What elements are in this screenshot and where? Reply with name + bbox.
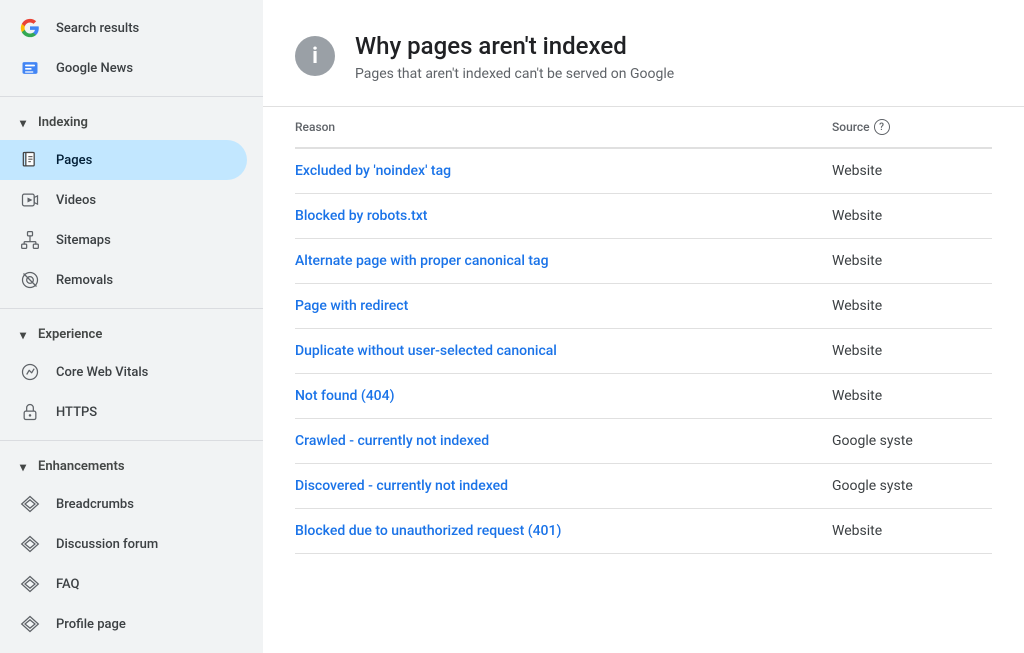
pages-icon [20,150,40,170]
table-row[interactable]: Blocked due to unauthorized request (401… [295,509,992,554]
row-reason: Discovered - currently not indexed [295,478,832,494]
table-body: Excluded by 'noindex' tag Website Blocke… [295,149,992,554]
sidebar-item-discussion-forum[interactable]: Discussion forum [0,524,247,564]
google-icon [20,18,40,38]
row-reason: Excluded by 'noindex' tag [295,163,832,179]
sidebar-item-label: Videos [56,193,96,208]
removals-icon [20,270,40,290]
sidebar-item-pages[interactable]: Pages [0,140,247,180]
sidebar-item-label: Pages [56,153,92,168]
row-source: Website [832,523,992,539]
table-row[interactable]: Excluded by 'noindex' tag Website [295,149,992,194]
reasons-table: Reason Source ? Excluded by 'noindex' ta… [263,107,1024,554]
info-icon: i [295,36,335,76]
row-source: Website [832,163,992,179]
sidebar-item-breadcrumbs[interactable]: Breadcrumbs [0,484,247,524]
sidebar: Search results Google News ▾ Indexing [0,0,263,653]
https-icon [20,402,40,422]
help-icon[interactable]: ? [874,119,890,135]
page-subtitle: Pages that aren't indexed can't be serve… [355,66,674,82]
table-header: Reason Source ? [295,107,992,149]
page-title: Why pages aren't indexed [355,32,674,60]
profile-page-icon [20,614,40,634]
table-row[interactable]: Duplicate without user-selected canonica… [295,329,992,374]
row-reason: Crawled - currently not indexed [295,433,832,449]
section-header-enhancements[interactable]: ▾ Enhancements [0,449,263,484]
sidebar-item-core-web-vitals[interactable]: Core Web Vitals [0,352,247,392]
section-header-indexing[interactable]: ▾ Indexing [0,105,263,140]
sidebar-item-label: Sitemaps [56,233,111,248]
table-row[interactable]: Blocked by robots.txt Website [295,194,992,239]
chevron-down-icon: ▾ [20,328,26,342]
divider-3 [0,440,263,441]
sidebar-item-label: FAQ [56,577,80,592]
chevron-down-icon: ▾ [20,460,26,474]
sidebar-item-label: Removals [56,273,113,288]
faq-icon [20,574,40,594]
sidebar-item-label: HTTPS [56,405,97,420]
header-text: Why pages aren't indexed Pages that aren… [355,32,674,82]
row-source: Website [832,208,992,224]
sidebar-item-videos[interactable]: Videos [0,180,247,220]
row-reason: Blocked by robots.txt [295,208,832,224]
sidebar-item-label: Breadcrumbs [56,497,134,512]
sidebar-item-faq[interactable]: FAQ [0,564,247,604]
google-news-icon [20,58,40,78]
row-source: Website [832,298,992,314]
sidebar-item-label: Google News [56,61,133,76]
section-header-experience[interactable]: ▾ Experience [0,317,263,352]
sidebar-item-sitemaps[interactable]: Sitemaps [0,220,247,260]
videos-icon [20,190,40,210]
core-web-vitals-icon [20,362,40,382]
row-source: Google syste [832,478,992,494]
row-source: Google syste [832,433,992,449]
table-row[interactable]: Not found (404) Website [295,374,992,419]
row-source: Website [832,388,992,404]
row-reason: Duplicate without user-selected canonica… [295,343,832,359]
chevron-down-icon: ▾ [20,116,26,130]
main-content: i Why pages aren't indexed Pages that ar… [263,0,1024,653]
column-header-source: Source ? [832,119,992,135]
column-header-reason: Reason [295,120,832,134]
table-row[interactable]: Discovered - currently not indexed Googl… [295,464,992,509]
sidebar-item-label: Profile page [56,617,126,632]
table-row[interactable]: Page with redirect Website [295,284,992,329]
sidebar-item-profile-page[interactable]: Profile page [0,604,247,644]
breadcrumbs-icon [20,494,40,514]
discussion-forum-icon [20,534,40,554]
sidebar-item-removals[interactable]: Removals [0,260,247,300]
row-reason: Not found (404) [295,388,832,404]
section-label: Enhancements [38,459,124,474]
sidebar-item-label: Search results [56,21,139,36]
row-reason: Alternate page with proper canonical tag [295,253,832,269]
table-row[interactable]: Alternate page with proper canonical tag… [295,239,992,284]
sidebar-item-label: Core Web Vitals [56,365,148,380]
row-source: Website [832,343,992,359]
row-reason: Blocked due to unauthorized request (401… [295,523,832,539]
section-label: Experience [38,327,102,342]
divider-2 [0,308,263,309]
sidebar-item-https[interactable]: HTTPS [0,392,247,432]
sitemaps-icon [20,230,40,250]
divider-1 [0,96,263,97]
row-source: Website [832,253,992,269]
sidebar-item-google-news[interactable]: Google News [0,48,263,88]
sidebar-item-label: Discussion forum [56,537,158,552]
table-row[interactable]: Crawled - currently not indexed Google s… [295,419,992,464]
sidebar-item-search-results[interactable]: Search results [0,8,263,48]
row-reason: Page with redirect [295,298,832,314]
page-header: i Why pages aren't indexed Pages that ar… [263,0,1024,107]
section-label: Indexing [38,115,88,130]
